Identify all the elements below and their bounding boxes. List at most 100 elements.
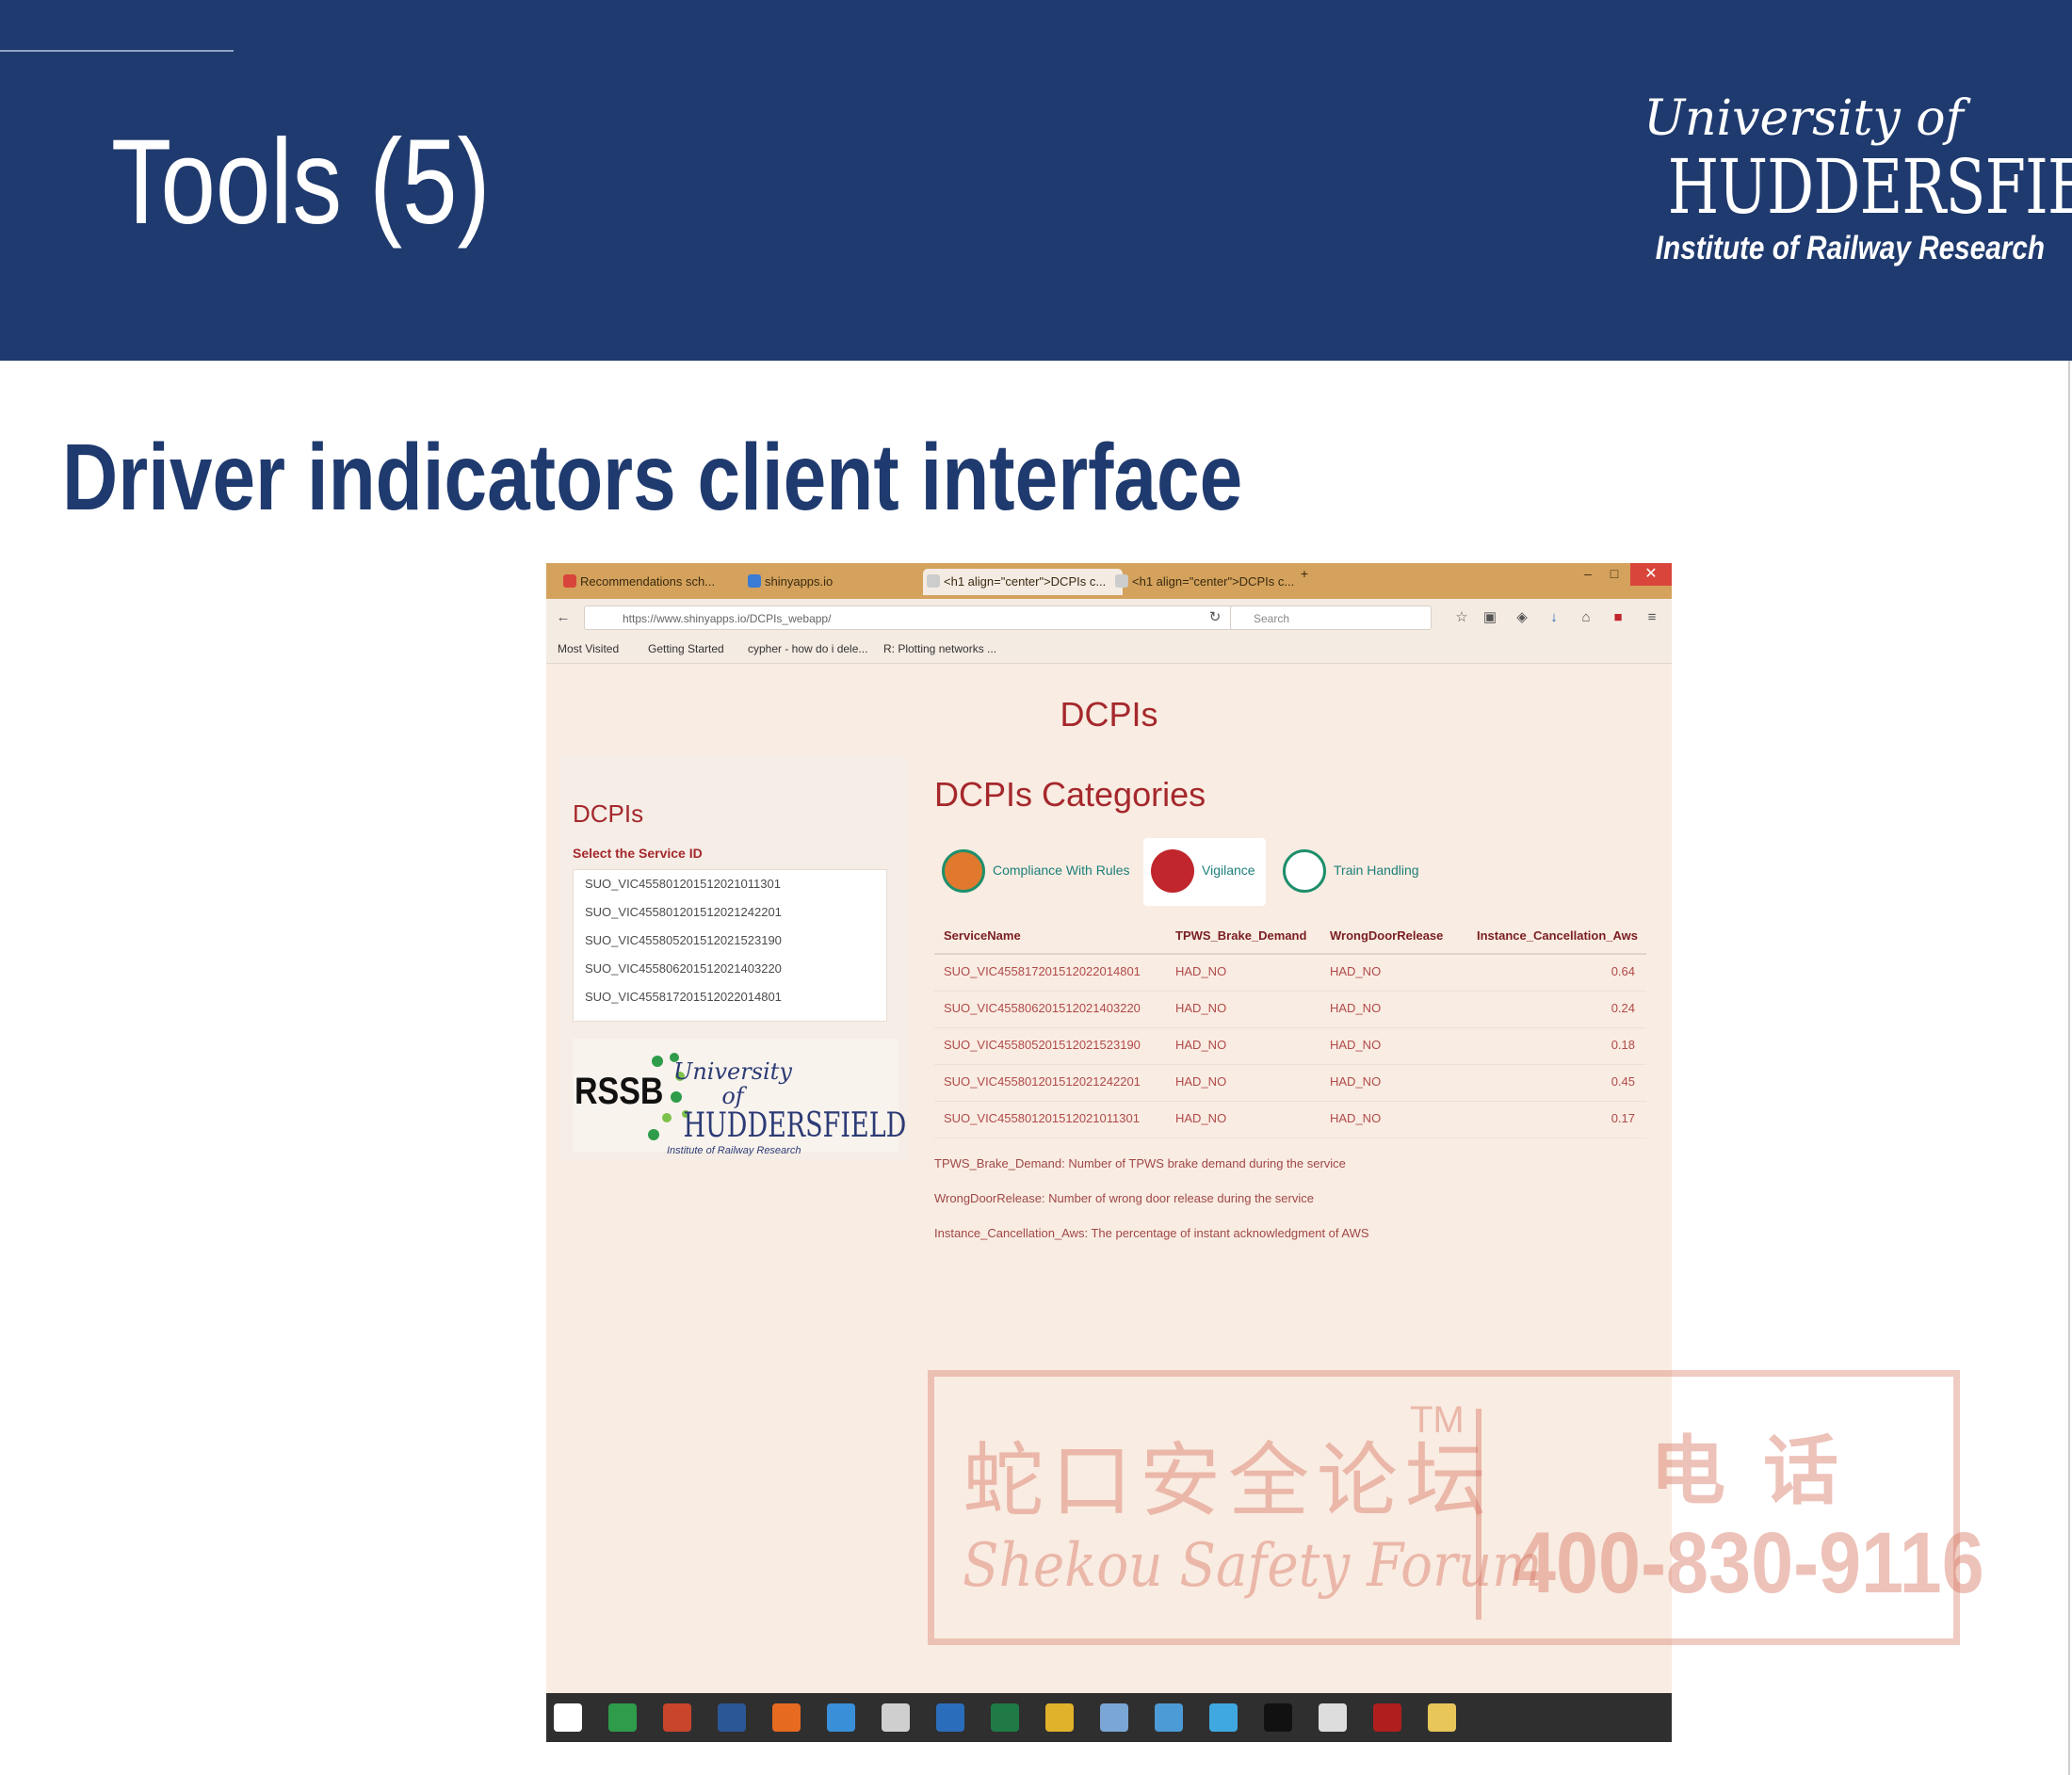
sidebar-title: DCPIs [573,799,644,828]
menu-icon[interactable]: ≡ [1643,608,1661,627]
windows-start-icon[interactable] [554,1703,582,1732]
star-icon[interactable]: ☆ [1452,608,1471,627]
tab-compliance-with-rules[interactable]: Compliance With Rules [934,838,1132,906]
browser-tab[interactable]: shinyapps.io [744,569,906,595]
service-option[interactable]: SUO_VIC455801201512021011301 [574,870,886,898]
internet-explorer-icon[interactable] [827,1703,855,1732]
tab-favicon-icon [927,574,940,588]
tab-label: shinyapps.io [765,574,834,589]
new-tab-icon[interactable]: + [1292,563,1317,586]
table-cell: HAD_NO [1175,964,1227,978]
table-note: TPWS_Brake_Demand: Number of TPWS brake … [934,1156,1346,1170]
browser-tab-active[interactable]: <h1 align="center">DCPIs c... [923,569,1123,595]
bookmark-item[interactable]: Getting Started [648,642,724,655]
watermark: 蛇口安全论坛 TM Shekou Safety Forum 电话 400-830… [928,1370,1984,1645]
reload-icon[interactable]: ↻ [1206,608,1224,627]
firefox-icon[interactable] [772,1703,801,1732]
table-cell: HAD_NO [1330,1074,1382,1089]
skype-icon[interactable] [1209,1703,1238,1732]
word-icon[interactable] [718,1703,746,1732]
bookmarks-bar: Most Visited Getting Started cypher - ho… [546,637,1672,664]
download-icon[interactable]: ↓ [1545,608,1563,627]
service-option[interactable]: SUO_VIC455817201512022014801 [574,983,886,1011]
column-header[interactable]: Instance_Cancellation_Aws [1477,928,1638,943]
windows-taskbar [546,1693,1672,1742]
table-cell: HAD_NO [1175,1074,1227,1089]
table-row: SUO_VIC455817201512022014801 HAD_NO HAD_… [934,955,1646,992]
excel-icon[interactable] [991,1703,1019,1732]
service-option[interactable]: SUO_VIC455805201512021523190 [574,927,886,955]
tab-label: Vigilance [1202,863,1255,878]
logo-line-3: Institute of Railway Research [1655,230,2046,266]
table-cell: HAD_NO [1175,1001,1227,1015]
watermark-trademark: TM [1410,1399,1465,1441]
partner-logos: RSSB University of HUDDERSFIELD Institut… [573,1039,906,1156]
eye-icon [1151,849,1194,893]
service-option[interactable]: SUO_VIC455801201512021242201 [574,898,886,927]
table-cell: HAD_NO [1175,1111,1227,1125]
addon-icon[interactable]: ■ [1609,608,1627,627]
tab-label: <h1 align="center">DCPIs c... [944,574,1107,589]
store-icon[interactable] [608,1703,637,1732]
tab-favicon-icon [1115,574,1128,588]
table-cell: HAD_NO [1330,964,1382,978]
printer-icon[interactable] [1319,1703,1347,1732]
network-icon[interactable] [1100,1703,1128,1732]
logo-line-1: University of [1643,90,1964,147]
table-row: SUO_VIC455805201512021523190 HAD_NO HAD_… [934,1028,1646,1065]
column-header[interactable]: WrongDoorRelease [1330,928,1443,943]
back-icon[interactable]: ← [554,608,573,627]
header-banner: Tools (5) University of HUDDERSFIELD Ins… [0,0,2072,361]
tab-favicon-icon [748,574,761,588]
close-icon[interactable]: ✕ [1630,563,1672,586]
rssb-logo: RSSB [575,1071,664,1112]
folder-icon[interactable] [1428,1703,1456,1732]
table-cell: 0.18 [1611,1038,1635,1052]
table-cell: 0.64 [1611,964,1635,978]
maximize-icon[interactable]: □ [1602,563,1627,586]
r-studio-icon[interactable] [1155,1703,1183,1732]
powerpoint-icon[interactable] [663,1703,691,1732]
tab-train-handling[interactable]: Train Handling [1275,838,1454,906]
slide-subtitle: Driver indicators client interface [62,425,1243,530]
bookmark-item[interactable]: Most Visited [558,642,619,655]
header-rule [0,50,234,52]
acrobat-icon[interactable] [1373,1703,1401,1732]
home-icon[interactable]: ⌂ [1577,608,1595,627]
pocket-icon[interactable]: ◈ [1513,608,1531,627]
browser-tab[interactable]: Recommendations sch... [559,569,740,595]
tab-label: Compliance With Rules [993,863,1130,878]
table-cell: SUO_VIC455801201512021242201 [944,1074,1141,1089]
browser-tab[interactable]: <h1 align="center">DCPIs c... [1111,569,1302,595]
table-row: SUO_VIC455801201512021242201 HAD_NO HAD_… [934,1065,1646,1102]
table-cell: 0.24 [1611,1001,1635,1015]
table-cell: 0.45 [1611,1074,1635,1089]
sidebar-panel: DCPIs Select the Service ID SUO_VIC45580… [559,756,908,1161]
watermark-english: Shekou Safety Forum [963,1531,1543,1601]
service-option[interactable]: SUO_VIC455806201512021403220 [574,955,886,983]
table-cell: HAD_NO [1330,1001,1382,1015]
watermark-phone: 400-830-9116 [1514,1515,1984,1611]
url-bar[interactable]: https://www.shinyapps.io/DCPIs_webapp/ [584,605,1271,630]
service-id-list[interactable]: SUO_VIC455801201512021011301 SUO_VIC4558… [573,869,887,1022]
bookmark-item[interactable]: R: Plotting networks ... [883,642,996,655]
table-cell: HAD_NO [1175,1038,1227,1052]
chrome-icon[interactable] [1045,1703,1074,1732]
tab-label: Recommendations sch... [580,574,716,589]
search-input[interactable]: Search [1230,605,1432,630]
table-cell: HAD_NO [1330,1038,1382,1052]
logo-line-2: HUDDERSFIELD [1667,143,2072,231]
bookmark-item[interactable]: cypher - how do i dele... [748,642,867,655]
watermark-phone-label: 电话 [1650,1429,1876,1513]
minimize-icon[interactable]: – [1576,563,1600,586]
terminal-icon[interactable] [1264,1703,1292,1732]
table-cell: 0.17 [1611,1111,1635,1125]
table-note: Instance_Cancellation_Aws: The percentag… [934,1226,1369,1240]
outlook-icon[interactable] [936,1703,964,1732]
clipboard-icon[interactable]: ▣ [1481,608,1499,627]
column-header[interactable]: TPWS_Brake_Demand [1175,928,1306,943]
tab-vigilance[interactable]: Vigilance [1143,838,1266,906]
table-cell: SUO_VIC455817201512022014801 [944,964,1141,978]
calculator-icon[interactable] [882,1703,910,1732]
column-header[interactable]: ServiceName [944,928,1021,943]
